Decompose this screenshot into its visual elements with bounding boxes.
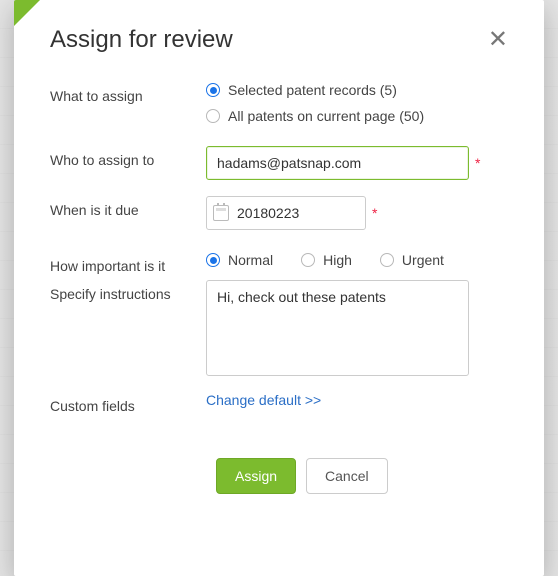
radio-label-high: High	[323, 252, 352, 268]
radio-all-page[interactable]: All patents on current page (50)	[206, 108, 512, 124]
cancel-button[interactable]: Cancel	[306, 458, 388, 494]
due-label: When is it due	[50, 196, 206, 218]
radio-high[interactable]: High	[301, 252, 352, 268]
radio-label-selected: Selected patent records (5)	[228, 82, 397, 98]
radio-icon	[380, 253, 394, 267]
assign-form: What to assign Selected patent records (…	[40, 82, 512, 494]
due-date-input[interactable]	[237, 205, 357, 221]
assignee-input[interactable]	[206, 146, 469, 180]
radio-normal[interactable]: Normal	[206, 252, 273, 268]
close-icon[interactable]: ✕	[484, 26, 512, 54]
corner-accent	[14, 0, 40, 26]
importance-label: How important is it	[50, 252, 206, 274]
instructions-label: Specify instructions	[50, 280, 206, 302]
required-marker: *	[372, 205, 377, 221]
modal-title: Assign for review	[50, 26, 233, 54]
what-label: What to assign	[50, 82, 206, 104]
assign-button[interactable]: Assign	[216, 458, 296, 494]
row-custom-fields: Custom fields Change default >>	[50, 392, 512, 414]
who-label: Who to assign to	[50, 146, 206, 168]
row-importance: How important is it Normal High Urgent	[50, 252, 512, 274]
custom-fields-label: Custom fields	[50, 392, 206, 414]
due-date-field[interactable]	[206, 196, 366, 230]
radio-icon	[206, 109, 220, 123]
radio-urgent[interactable]: Urgent	[380, 252, 444, 268]
change-default-link[interactable]: Change default >>	[206, 392, 321, 408]
row-instructions: Specify instructions	[50, 280, 512, 376]
radio-icon	[206, 83, 220, 97]
calendar-icon	[213, 205, 229, 221]
radio-label-urgent: Urgent	[402, 252, 444, 268]
assign-review-modal: Assign for review ✕ What to assign Selec…	[14, 0, 544, 576]
instructions-textarea[interactable]	[206, 280, 469, 376]
required-marker: *	[475, 155, 480, 171]
radio-selected-records[interactable]: Selected patent records (5)	[206, 82, 512, 98]
row-due: When is it due *	[50, 196, 512, 230]
radio-label-normal: Normal	[228, 252, 273, 268]
modal-actions: Assign Cancel	[50, 458, 512, 494]
radio-icon	[301, 253, 315, 267]
row-who: Who to assign to *	[50, 146, 512, 180]
row-what-to-assign: What to assign Selected patent records (…	[50, 82, 512, 124]
radio-label-all: All patents on current page (50)	[228, 108, 424, 124]
modal-header: Assign for review ✕	[40, 26, 512, 54]
radio-icon	[206, 253, 220, 267]
